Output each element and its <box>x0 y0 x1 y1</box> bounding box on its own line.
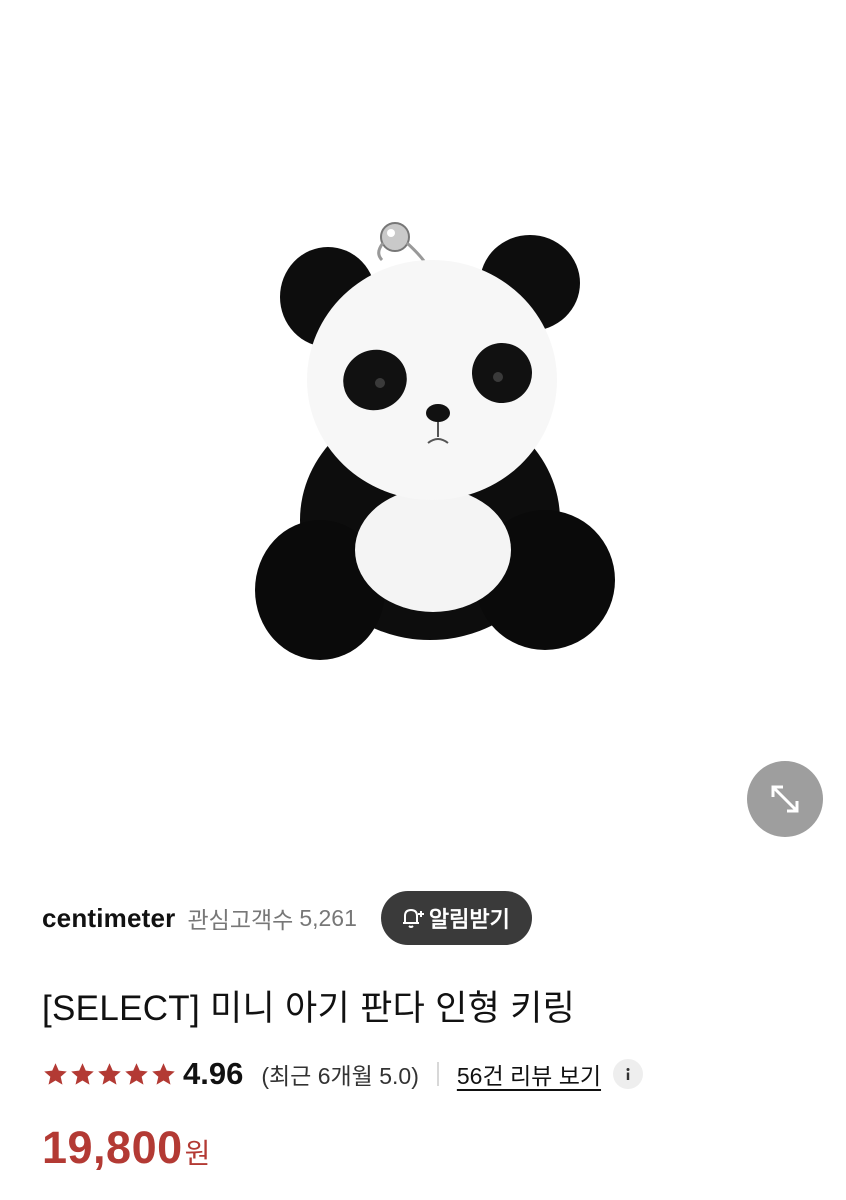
follower-label: 관심고객수 <box>187 907 294 933</box>
product-title: [SELECT] 미니 아기 판다 인형 키링 <box>42 989 576 1028</box>
star-icon <box>71 1062 94 1085</box>
price-row: 19,800 원 <box>42 1122 210 1174</box>
price-unit: 원 <box>184 1138 211 1169</box>
info-icon[interactable] <box>613 1059 644 1089</box>
shop-row: centimeter 관심고객수 5,261 알림받기 <box>42 890 822 946</box>
star-icon <box>152 1062 175 1085</box>
expand-icon <box>771 785 799 813</box>
product-image-area[interactable] <box>0 0 846 862</box>
expand-image-button[interactable] <box>747 761 823 837</box>
review-link[interactable]: 56건 리뷰 보기 <box>457 1057 601 1091</box>
info-glyph <box>626 1068 630 1080</box>
shop-name[interactable]: centimeter <box>42 903 176 934</box>
star-icon <box>125 1062 148 1085</box>
rating-stars <box>42 1061 177 1088</box>
rating-score: 4.96 <box>183 1056 244 1091</box>
star-icon <box>98 1062 121 1085</box>
rating-row: 4.96 (최근 6개월 5.0) 56건 리뷰 보기 <box>42 1052 644 1096</box>
follower-count: 5,261 <box>299 904 357 931</box>
product-image <box>255 222 615 660</box>
notify-label: 알림받기 <box>428 907 510 932</box>
rating-recent: (최근 6개월 5.0) <box>261 1063 419 1089</box>
star-icon <box>44 1062 67 1085</box>
price-value: 19,800 <box>42 1122 183 1173</box>
bell-plus-icon <box>402 908 424 928</box>
divider <box>436 1062 439 1086</box>
notify-button[interactable]: 알림받기 <box>380 891 532 945</box>
